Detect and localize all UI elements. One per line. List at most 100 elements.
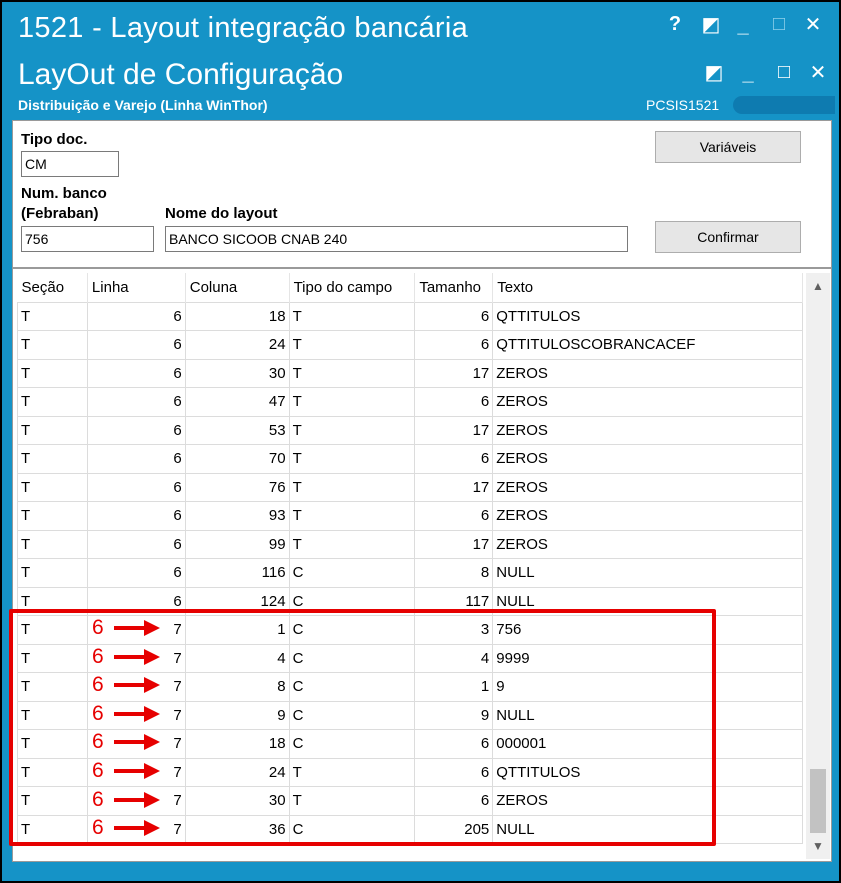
cell-secao[interactable]: T bbox=[17, 700, 88, 730]
table-row[interactable]: T 7 30 T 6 ZEROS bbox=[17, 786, 803, 816]
cell-tipo-campo[interactable]: T bbox=[288, 529, 416, 559]
cell-secao[interactable]: T bbox=[17, 558, 88, 588]
cell-texto[interactable]: NULL bbox=[492, 558, 803, 588]
cell-linha[interactable]: 6 bbox=[86, 358, 186, 388]
scroll-up-icon[interactable]: ▲ bbox=[806, 275, 830, 297]
cell-texto[interactable]: ZEROS bbox=[492, 501, 803, 531]
cell-tipo-campo[interactable]: C bbox=[288, 814, 416, 844]
table-row[interactable]: T 6 30 T 17 ZEROS bbox=[17, 358, 803, 388]
cell-tipo-campo[interactable]: T bbox=[288, 757, 416, 787]
cell-tipo-campo[interactable]: T bbox=[288, 444, 416, 474]
cell-tipo-campo[interactable]: C bbox=[288, 558, 416, 588]
confirmar-button[interactable]: Confirmar bbox=[655, 221, 801, 253]
col-header-secao[interactable]: Seção bbox=[17, 273, 88, 302]
cell-tamanho[interactable]: 6 bbox=[414, 729, 494, 759]
table-row[interactable]: T 6 53 T 17 ZEROS bbox=[17, 415, 803, 445]
cell-tipo-campo[interactable]: C bbox=[288, 615, 416, 645]
col-header-texto[interactable]: Texto bbox=[492, 273, 803, 302]
cell-linha[interactable]: 6 bbox=[86, 586, 186, 616]
cell-texto[interactable]: QTTITULOSCOBRANCACEF bbox=[492, 330, 803, 360]
table-row[interactable]: T 6 116 C 8 NULL bbox=[17, 558, 803, 588]
cell-linha[interactable]: 7 bbox=[86, 643, 186, 673]
col-header-coluna[interactable]: Coluna bbox=[185, 273, 290, 302]
cell-tipo-campo[interactable]: T bbox=[288, 358, 416, 388]
table-row[interactable]: T 7 4 C 4 9999 bbox=[17, 643, 803, 673]
cell-coluna[interactable]: 70 bbox=[184, 444, 290, 474]
cell-tipo-campo[interactable]: T bbox=[288, 387, 416, 417]
cell-tamanho[interactable]: 6 bbox=[414, 444, 494, 474]
restore-layout-icon[interactable]: ◩ bbox=[697, 10, 725, 38]
cell-texto[interactable]: ZEROS bbox=[492, 444, 803, 474]
cell-linha[interactable]: 6 bbox=[86, 387, 186, 417]
cell-secao[interactable]: T bbox=[17, 643, 88, 673]
cell-tipo-campo[interactable]: C bbox=[288, 586, 416, 616]
cell-linha[interactable]: 6 bbox=[86, 415, 186, 445]
cell-linha[interactable]: 7 bbox=[86, 757, 186, 787]
cell-linha[interactable]: 7 bbox=[86, 672, 186, 702]
col-header-tamanho[interactable]: Tamanho bbox=[414, 273, 494, 302]
table-row[interactable]: T 6 47 T 6 ZEROS bbox=[17, 387, 803, 417]
table-row[interactable]: T 7 36 C 205 NULL bbox=[17, 814, 803, 844]
cell-linha[interactable]: 7 bbox=[86, 814, 186, 844]
cell-secao[interactable]: T bbox=[17, 529, 88, 559]
cell-texto[interactable]: 756 bbox=[492, 615, 803, 645]
cell-tamanho[interactable]: 17 bbox=[414, 415, 494, 445]
cell-texto[interactable]: QTTITULOS bbox=[492, 301, 803, 331]
restore-layout-icon[interactable]: ◩ bbox=[700, 58, 728, 86]
cell-texto[interactable]: ZEROS bbox=[492, 358, 803, 388]
cell-tamanho[interactable]: 6 bbox=[414, 330, 494, 360]
table-row[interactable]: T 6 18 T 6 QTTITULOS bbox=[17, 301, 803, 331]
cell-tamanho[interactable]: 205 bbox=[414, 814, 494, 844]
scroll-down-icon[interactable]: ▼ bbox=[806, 835, 830, 857]
cell-tamanho[interactable]: 17 bbox=[414, 358, 494, 388]
cell-texto[interactable]: 9 bbox=[492, 672, 803, 702]
minimize-icon[interactable]: _ bbox=[734, 60, 762, 88]
cell-texto[interactable]: ZEROS bbox=[492, 472, 803, 502]
maximize-icon[interactable]: □ bbox=[765, 10, 793, 38]
cell-tamanho[interactable]: 6 bbox=[414, 757, 494, 787]
cell-texto[interactable]: ZEROS bbox=[492, 786, 803, 816]
cell-coluna[interactable]: 53 bbox=[184, 415, 290, 445]
cell-texto[interactable]: 000001 bbox=[492, 729, 803, 759]
table-row[interactable]: T78C19 bbox=[17, 672, 803, 702]
cell-tamanho[interactable]: 17 bbox=[414, 529, 494, 559]
cell-linha[interactable]: 6 bbox=[86, 301, 186, 331]
maximize-icon[interactable]: □ bbox=[770, 58, 798, 86]
cell-coluna[interactable]: 36 bbox=[184, 814, 290, 844]
cell-secao[interactable]: T bbox=[17, 415, 88, 445]
cell-tipo-campo[interactable]: T bbox=[288, 330, 416, 360]
tipo-doc-input[interactable]: CM bbox=[21, 151, 119, 177]
cell-tamanho[interactable]: 1 bbox=[414, 672, 494, 702]
cell-coluna[interactable]: 47 bbox=[184, 387, 290, 417]
cell-texto[interactable]: NULL bbox=[492, 700, 803, 730]
cell-tamanho[interactable]: 3 bbox=[414, 615, 494, 645]
minimize-icon[interactable]: _ bbox=[729, 12, 757, 40]
cell-tamanho[interactable]: 6 bbox=[414, 786, 494, 816]
cell-texto[interactable]: ZEROS bbox=[492, 529, 803, 559]
cell-tipo-campo[interactable]: C bbox=[288, 729, 416, 759]
cell-tamanho[interactable]: 4 bbox=[414, 643, 494, 673]
cell-linha[interactable]: 7 bbox=[86, 615, 186, 645]
num-banco-input[interactable]: 756 bbox=[21, 226, 154, 252]
cell-coluna[interactable]: 24 bbox=[184, 330, 290, 360]
col-header-linha[interactable]: Linha bbox=[87, 273, 186, 302]
cell-tipo-campo[interactable]: T bbox=[288, 501, 416, 531]
cell-tipo-campo[interactable]: C bbox=[288, 700, 416, 730]
cell-secao[interactable]: T bbox=[17, 472, 88, 502]
table-row[interactable]: T 7 18 C 6 000001 bbox=[17, 729, 803, 759]
cell-secao[interactable]: T bbox=[17, 757, 88, 787]
col-header-tipo-campo[interactable]: Tipo do campo bbox=[289, 273, 416, 302]
cell-coluna[interactable]: 124 bbox=[184, 586, 290, 616]
table-row[interactable]: T 6 76 T 17 ZEROS bbox=[17, 472, 803, 502]
cell-tipo-campo[interactable]: T bbox=[288, 415, 416, 445]
cell-tipo-campo[interactable]: C bbox=[288, 643, 416, 673]
cell-linha[interactable]: 7 bbox=[86, 729, 186, 759]
cell-secao[interactable]: T bbox=[17, 501, 88, 531]
cell-secao[interactable]: T bbox=[17, 814, 88, 844]
cell-secao[interactable]: T bbox=[17, 387, 88, 417]
cell-linha[interactable]: 7 bbox=[86, 700, 186, 730]
table-row[interactable]: T 6 99 T 17 ZEROS bbox=[17, 529, 803, 559]
cell-coluna[interactable]: 18 bbox=[184, 729, 290, 759]
cell-coluna[interactable]: 30 bbox=[184, 786, 290, 816]
table-row[interactable]: T 6 93 T 6 ZEROS bbox=[17, 501, 803, 531]
